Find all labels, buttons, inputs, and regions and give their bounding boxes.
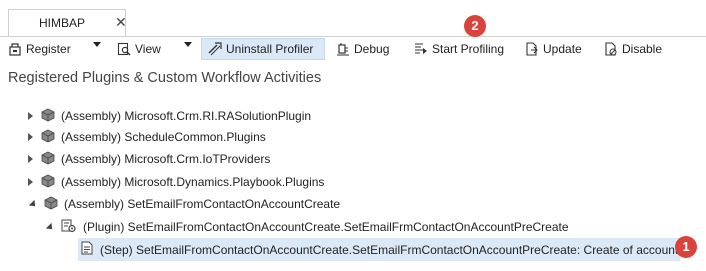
tree-item-label: (Assembly) SetEmailFromContactOnAccountC… (64, 197, 341, 211)
start-profiling-label: Start Profiling (432, 42, 505, 56)
tree-item-assembly[interactable]: (Assembly) Microsoft.Crm.IoTProviders (28, 149, 270, 169)
tree-item-label: (Assembly) Microsoft.Crm.IoTProviders (61, 152, 271, 166)
section-title: Registered Plugins & Custom Workflow Act… (8, 70, 322, 86)
debug-icon (336, 42, 350, 56)
update-icon (525, 42, 539, 56)
tree-item-assembly[interactable]: (Assembly) ScheduleCommon.Plugins (28, 127, 266, 147)
uninstall-profiler-button[interactable]: Uninstall Profiler (201, 38, 325, 60)
tree-item-step-selected[interactable]: (Step) SetEmailFromContactOnAccountCreat… (78, 238, 680, 261)
update-label: Update (543, 42, 582, 56)
expand-icon[interactable] (28, 112, 33, 120)
view-button[interactable]: View (117, 38, 161, 60)
collapse-icon[interactable] (45, 222, 56, 232)
tree-item-label: (Assembly) ScheduleCommon.Plugins (61, 130, 266, 144)
toolbar: Register View Uninstall Profiler Debug S… (0, 36, 706, 62)
start-profiling-icon (414, 42, 428, 56)
register-icon (8, 42, 22, 56)
assembly-icon (41, 151, 55, 168)
start-profiling-button[interactable]: Start Profiling (414, 38, 504, 60)
disable-button[interactable]: Disable (604, 38, 662, 60)
view-label: View (135, 42, 161, 56)
expand-icon[interactable] (28, 133, 33, 141)
debug-label: Debug (354, 42, 390, 56)
step-icon (80, 241, 94, 258)
tab-himbap[interactable]: HIMBAP ✕ (8, 9, 127, 36)
tree-item-label: (Assembly) Microsoft.Dynamics.Playbook.P… (61, 175, 325, 189)
close-icon[interactable]: ✕ (115, 14, 127, 31)
view-dropdown-icon[interactable] (184, 42, 192, 47)
expand-icon[interactable] (28, 155, 33, 163)
callout-badge-2: 2 (464, 15, 486, 37)
debug-button[interactable]: Debug (336, 38, 389, 60)
uninstall-profiler-label: Uninstall Profiler (226, 42, 314, 56)
register-label: Register (26, 42, 71, 56)
view-icon (117, 42, 131, 56)
tree-item-label: (Plugin) SetEmailFromContactOnAccountCre… (83, 220, 569, 234)
callout-badge-1: 1 (675, 236, 697, 258)
assembly-icon (41, 174, 55, 191)
expand-icon[interactable] (28, 178, 33, 186)
tree-item-label: (Assembly) Microsoft.Crm.RI.RASolutionPl… (61, 109, 312, 123)
assembly-icon (41, 108, 55, 125)
tree-item-label: (Step) SetEmailFromContactOnAccountCreat… (100, 242, 679, 257)
disable-icon (604, 42, 618, 56)
tree-item-assembly[interactable]: (Assembly) Microsoft.Crm.RI.RASolutionPl… (28, 106, 311, 126)
plugin-gear-icon (61, 219, 77, 236)
register-dropdown-icon[interactable] (93, 42, 101, 47)
tree-item-assembly-expanded[interactable]: (Assembly) SetEmailFromContactOnAccountC… (28, 194, 340, 214)
assembly-icon (41, 129, 55, 146)
tab-strip: HIMBAP ✕ (0, 0, 706, 37)
tab-title: HIMBAP (39, 16, 86, 30)
uninstall-profiler-icon (208, 42, 222, 56)
disable-label: Disable (622, 42, 663, 56)
register-button[interactable]: Register (8, 38, 71, 60)
tree-item-plugin[interactable]: (Plugin) SetEmailFromContactOnAccountCre… (45, 217, 569, 237)
tree-item-assembly[interactable]: (Assembly) Microsoft.Dynamics.Playbook.P… (28, 172, 324, 192)
collapse-icon[interactable] (28, 199, 39, 209)
update-button[interactable]: Update (525, 38, 582, 60)
assembly-icon (44, 196, 58, 213)
